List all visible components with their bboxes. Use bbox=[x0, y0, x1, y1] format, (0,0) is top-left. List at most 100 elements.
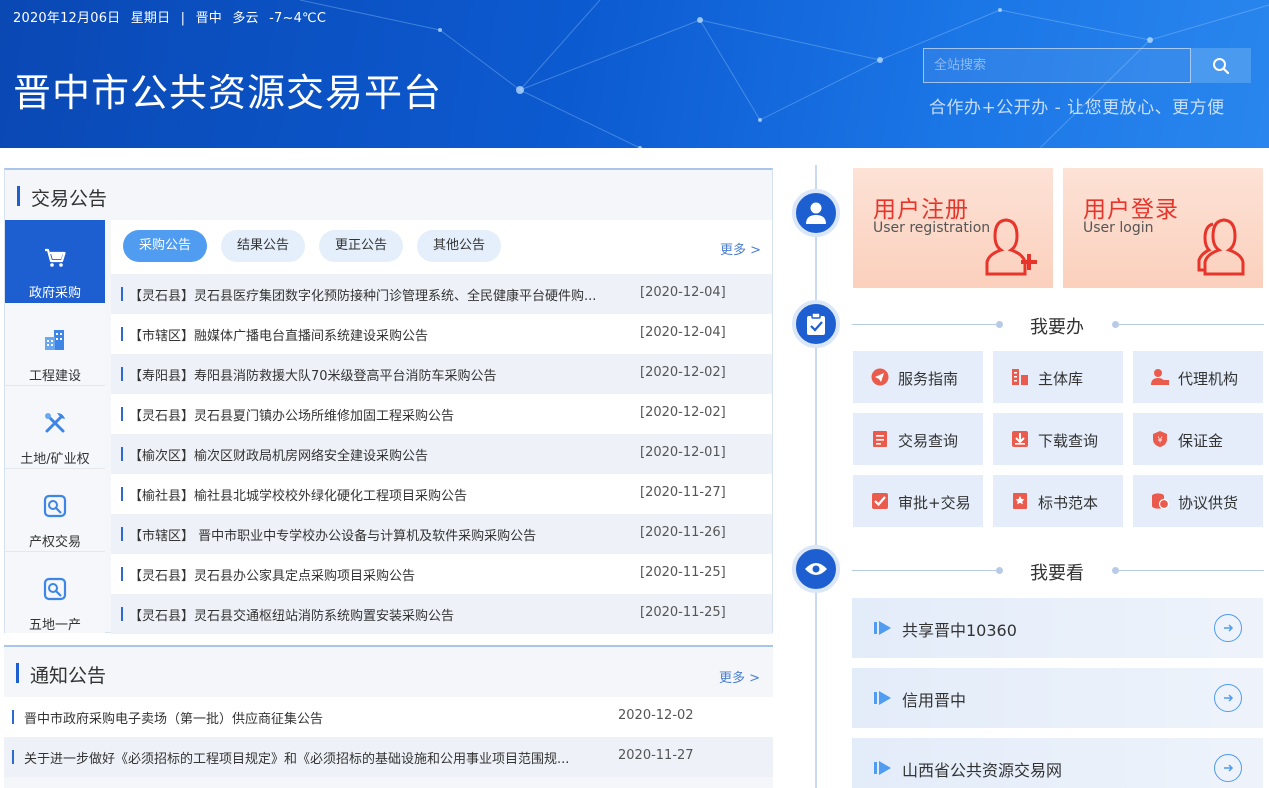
link-credit-jinzhong[interactable]: 信用晋中 bbox=[852, 668, 1263, 728]
notice-panel: 通知公告 更多 > 晋中市政府采购电子卖场（第一批）供应商征集公告 2020-12… bbox=[4, 645, 773, 788]
pill-other-notice[interactable]: 其他公告 bbox=[417, 230, 502, 262]
row-marker bbox=[121, 487, 123, 501]
play-icon bbox=[874, 761, 891, 775]
user-add-icon bbox=[985, 218, 1037, 276]
entity-library-button[interactable]: 主体库 bbox=[993, 351, 1123, 403]
temperature-text: -7~4℃C bbox=[269, 11, 327, 26]
search-button[interactable] bbox=[1191, 48, 1251, 83]
row-date: [2020-11-27] bbox=[640, 485, 726, 500]
table-row[interactable]: 【榆社县】榆社县北城学校校外绿化硬化工程项目采购公告 [2020-11-27] bbox=[111, 474, 772, 514]
row-title: 【灵石县】灵石县办公家具定点采购项目采购公告 bbox=[129, 569, 416, 584]
row-date: [2020-12-01] bbox=[640, 445, 726, 460]
tab-land-mining[interactable]: 土地/矿业权 bbox=[5, 386, 105, 469]
service-label: 主体库 bbox=[1038, 370, 1084, 388]
row-date: [2020-12-02] bbox=[640, 365, 726, 380]
table-row[interactable]: 【寿阳县】寿阳县消防救援大队70米级登高平台消防车采购公告 [2020-12-02… bbox=[111, 354, 772, 394]
deposit-button[interactable]: ¥ 保证金 bbox=[1133, 413, 1263, 465]
table-row[interactable]: 【灵石县】灵石县交通枢纽站消防系统购置安装采购公告 [2020-11-25] bbox=[111, 594, 772, 634]
row-date: [2020-11-25] bbox=[640, 565, 726, 580]
row-marker bbox=[121, 367, 123, 381]
link-label: 山西省公共资源交易网 bbox=[902, 761, 1063, 780]
link-shanxi-trading-net[interactable]: 山西省公共资源交易网 bbox=[852, 738, 1263, 788]
table-row[interactable]: 【市辖区】 晋中市职业中专学校办公设备与计算机及软件采购采购公告 [2020-11… bbox=[111, 514, 772, 554]
table-row[interactable]: 【市辖区】融媒体广播电台直播间系统建设采购公告 [2020-12-04] bbox=[111, 314, 772, 354]
row-marker bbox=[12, 710, 14, 724]
trade-more-link[interactable]: 更多 > bbox=[720, 239, 761, 258]
entity-icon bbox=[1012, 369, 1028, 385]
notice-date: 2020-12-02 bbox=[618, 708, 694, 723]
service-guide-button[interactable]: 服务指南 bbox=[853, 351, 983, 403]
row-title: 【榆次区】榆次区财政局机房网络安全建设采购公告 bbox=[129, 449, 429, 464]
transaction-query-button[interactable]: 交易查询 bbox=[853, 413, 983, 465]
row-marker bbox=[121, 607, 123, 621]
shield-icon: ¥ bbox=[1153, 431, 1167, 447]
trade-panel-title: 交易公告 bbox=[17, 184, 107, 211]
user-login-card[interactable]: 用户登录 User login bbox=[1063, 168, 1263, 288]
row-marker bbox=[121, 287, 123, 301]
city-text: 晋中 bbox=[195, 11, 223, 26]
service-label: 协议供货 bbox=[1178, 494, 1239, 512]
todo-section-title: 我要办 bbox=[1030, 317, 1084, 338]
approval-transaction-button[interactable]: 审批+交易 bbox=[853, 475, 983, 527]
user-icon bbox=[806, 202, 826, 224]
tab-label: 政府采购 bbox=[28, 286, 81, 301]
agreement-supply-button[interactable]: 协议供货 bbox=[1133, 475, 1263, 527]
cart-icon bbox=[45, 248, 66, 267]
divider bbox=[1119, 324, 1264, 325]
download-query-button[interactable]: 下载查询 bbox=[993, 413, 1123, 465]
tab-gov-procurement[interactable]: 政府采购 bbox=[5, 220, 105, 303]
row-title: 【市辖区】 晋中市职业中专学校办公设备与计算机及软件采购采购公告 bbox=[129, 529, 537, 544]
pill-result-notice[interactable]: 结果公告 bbox=[221, 230, 306, 262]
pill-procurement-notice[interactable]: 采购公告 bbox=[123, 230, 208, 262]
row-date: [2020-12-04] bbox=[640, 325, 726, 340]
go-arrow-icon bbox=[1214, 754, 1242, 782]
weekday-text: 星期日 bbox=[130, 11, 171, 26]
row-marker bbox=[121, 527, 123, 541]
search-input[interactable] bbox=[923, 48, 1191, 83]
row-marker bbox=[121, 567, 123, 581]
link-label: 共享晋中10360 bbox=[902, 621, 1017, 640]
notice-title: 关于进一步做好《必须招标的工程项目规定》和《必须招标的基础设施和公用事业项目范围… bbox=[24, 752, 570, 767]
table-row[interactable]: 【灵石县】灵石县医疗集团数字化预防接种门诊管理系统、全民健康平台硬件购... [2… bbox=[111, 274, 772, 314]
row-marker bbox=[12, 750, 14, 764]
pill-correction-notice[interactable]: 更正公告 bbox=[319, 230, 404, 262]
todo-section-marker bbox=[792, 300, 840, 348]
notice-more-link[interactable]: 更多 > bbox=[719, 667, 760, 686]
download-icon bbox=[1012, 431, 1028, 447]
service-label: 标书范本 bbox=[1038, 494, 1099, 512]
list-item[interactable]: 晋中市政府采购电子卖场（第一批）供应商征集公告 2020-12-02 bbox=[4, 697, 773, 737]
watch-section-header: 我要看 bbox=[852, 561, 1264, 584]
login-subtitle: User login bbox=[1083, 220, 1154, 236]
service-label: 下载查询 bbox=[1038, 432, 1099, 450]
watch-section-title: 我要看 bbox=[1030, 563, 1084, 584]
link-label: 信用晋中 bbox=[902, 691, 967, 710]
service-label: 代理机构 bbox=[1178, 370, 1239, 388]
row-date: [2020-11-26] bbox=[640, 525, 726, 540]
category-tabs: 政府采购 工程建设 土地/矿业权 产权交易 五地一产 bbox=[5, 220, 105, 633]
land-icon bbox=[43, 577, 67, 601]
bid-template-button[interactable]: 标书范本 bbox=[993, 475, 1123, 527]
property-icon bbox=[43, 494, 67, 518]
tab-label: 工程建设 bbox=[28, 369, 81, 384]
list-item[interactable]: 关于进一步做好《必须招标的工程项目规定》和《必须招标的基础设施和公用事业项目范围… bbox=[4, 737, 773, 777]
tab-property-rights[interactable]: 产权交易 bbox=[5, 469, 105, 552]
tab-construction[interactable]: 工程建设 bbox=[5, 303, 105, 386]
table-row[interactable]: 【灵石县】灵石县办公家具定点采购项目采购公告 [2020-11-25] bbox=[111, 554, 772, 594]
link-share-jinzhong[interactable]: 共享晋中10360 bbox=[852, 598, 1263, 658]
agency-button[interactable]: 代理机构 bbox=[1133, 351, 1263, 403]
row-title: 【灵石县】灵石县夏门镇办公场所维修加固工程采购公告 bbox=[129, 409, 455, 424]
row-title: 【市辖区】融媒体广播电台直播间系统建设采购公告 bbox=[129, 329, 429, 344]
tab-five-land-one-property[interactable]: 五地一产 bbox=[5, 552, 105, 635]
login-title: 用户登录 bbox=[1083, 197, 1179, 223]
table-row[interactable]: 【榆次区】榆次区财政局机房网络安全建设采购公告 [2020-12-01] bbox=[111, 434, 772, 474]
row-title: 【榆社县】榆社县北城学校校外绿化硬化工程项目采购公告 bbox=[129, 489, 468, 504]
go-arrow-icon bbox=[1214, 614, 1242, 642]
play-icon bbox=[874, 621, 891, 635]
date-weather-bar: 2020年12月06日 星期日 | 晋中 多云 -7~4℃C bbox=[13, 7, 332, 26]
user-register-card[interactable]: 用户注册 User registration bbox=[853, 168, 1053, 288]
trade-announcement-panel: 交易公告 政府采购 工程建设 土地/矿业权 产权交易 五地一产 采购公告 结果公… bbox=[4, 168, 773, 634]
date-text: 2020年12月06日 bbox=[13, 11, 121, 26]
table-row[interactable]: 【灵石县】灵石县夏门镇办公场所维修加固工程采购公告 [2020-12-02] bbox=[111, 394, 772, 434]
agent-icon bbox=[1151, 369, 1169, 385]
service-label: 保证金 bbox=[1178, 432, 1224, 450]
